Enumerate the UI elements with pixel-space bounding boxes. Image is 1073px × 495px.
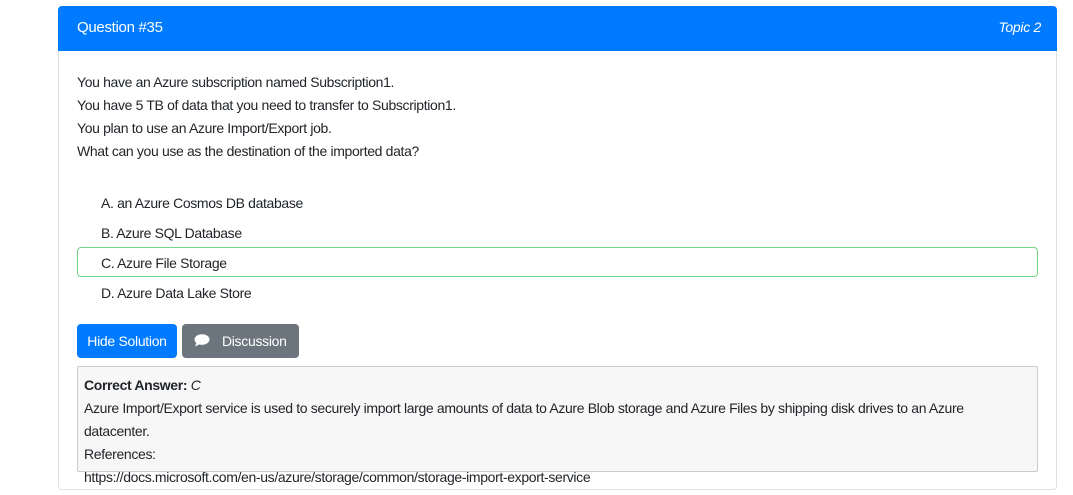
choice-d[interactable]: D. Azure Data Lake Store [77, 277, 1038, 307]
question-line: What can you use as the destination of t… [77, 143, 419, 159]
choice-a[interactable]: A. an Azure Cosmos DB database [77, 187, 1038, 217]
question-line: You plan to use an Azure Import/Export j… [77, 120, 332, 136]
references-label: References: [84, 446, 156, 462]
hide-solution-button[interactable]: Hide Solution [77, 324, 177, 358]
question-number: Question #35 [77, 19, 163, 36]
question-line: You have an Azure subscription named Sub… [77, 74, 395, 90]
topic-label: Topic 2 [998, 19, 1041, 35]
discussion-button[interactable]: Discussion [182, 324, 299, 358]
question-line: You have 5 TB of data that you need to t… [77, 97, 456, 113]
hide-solution-label: Hide Solution [87, 333, 167, 349]
reference-url: https://docs.microsoft.com/en-us/azure/s… [84, 469, 591, 485]
correct-answer-line: Correct Answer: C [84, 374, 1031, 397]
choice-c[interactable]: C. Azure File Storage [77, 247, 1038, 277]
speech-bubble-icon [194, 334, 210, 347]
answer-explanation: Azure Import/Export service is used to s… [84, 400, 964, 439]
question-card: Question #35 Topic 2 You have an Azure s… [58, 6, 1057, 490]
correct-answer-value: C [190, 377, 201, 393]
choice-b[interactable]: B. Azure SQL Database [77, 217, 1038, 247]
question-text: You have an Azure subscription named Sub… [77, 71, 456, 163]
discussion-label: Discussion [221, 333, 287, 349]
correct-answer-label: Correct Answer: [84, 377, 188, 393]
choices-list: A. an Azure Cosmos DB database B. Azure … [77, 187, 1038, 307]
question-header: Question #35 Topic 2 [58, 6, 1057, 51]
answer-box: Correct Answer: C Azure Import/Export se… [77, 366, 1038, 485]
